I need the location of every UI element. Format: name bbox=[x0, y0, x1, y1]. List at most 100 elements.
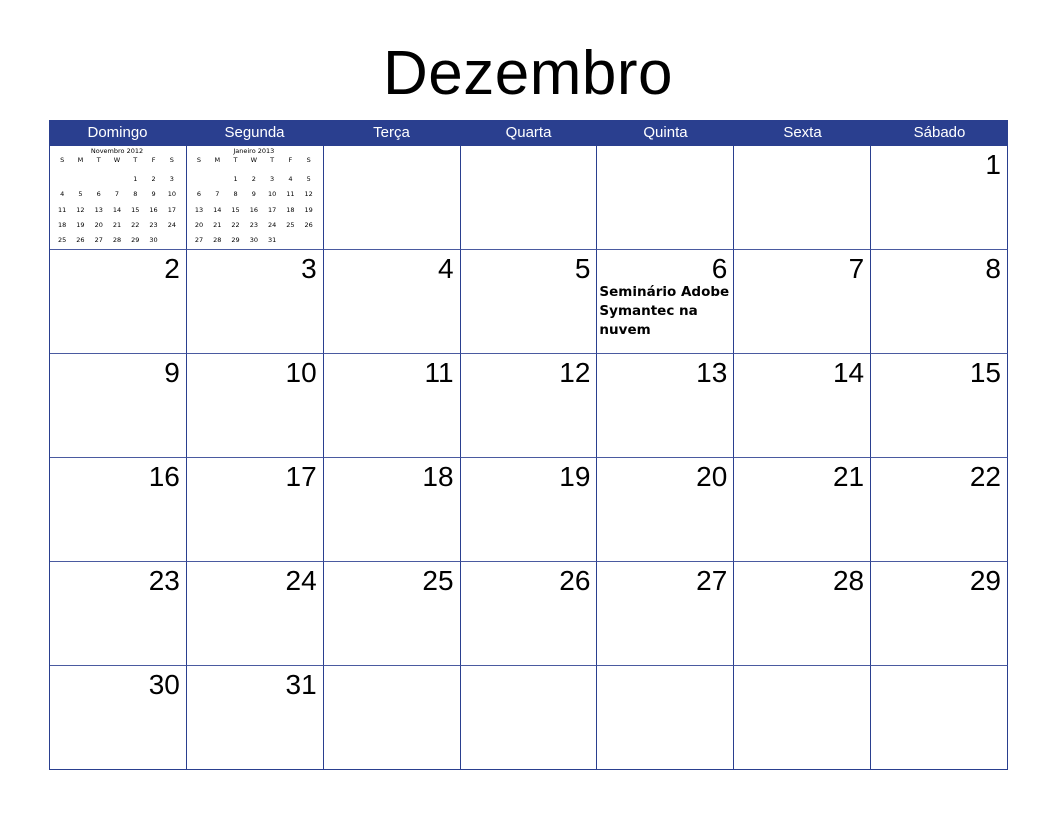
day-cell-7[interactable]: 7 bbox=[734, 249, 872, 353]
mini-weekday: T bbox=[133, 156, 138, 164]
mini-weekday: W bbox=[250, 156, 258, 164]
day-cell-21[interactable]: 21 bbox=[734, 457, 872, 561]
day-cell-14[interactable]: 14 bbox=[734, 353, 872, 457]
mini-day: 28 bbox=[112, 236, 122, 245]
day-number: 4 bbox=[437, 253, 454, 284]
day-cell-31[interactable]: 31 bbox=[186, 665, 324, 769]
event-text[interactable]: Seminário Adobe Symantec na nuvem bbox=[599, 283, 731, 340]
day-number: 13 bbox=[696, 357, 728, 388]
empty-day-cell[interactable] bbox=[324, 146, 461, 249]
day-cell-19[interactable]: 19 bbox=[460, 457, 598, 561]
empty-day-cell[interactable]: Janeiro 2013 S M T W T F S 1 2 3 4 5 6 7 8 9 10 11 12 13 14 15… bbox=[187, 146, 324, 249]
mini-weekday: S bbox=[306, 156, 311, 164]
day-number: 28 bbox=[832, 565, 865, 596]
day-cell-10[interactable]: 10 bbox=[186, 353, 324, 457]
day-number: 15 bbox=[969, 357, 1001, 388]
mini-day: 9 bbox=[151, 190, 156, 199]
day-cell-11[interactable]: 11 bbox=[323, 353, 461, 457]
mini-calendar: Janeiro 2013 S M T W T F S 1 2 3 4 5 6 7 8 9 10 11 12 13 14 15… bbox=[190, 147, 318, 248]
day-number: 18 bbox=[422, 461, 454, 492]
day-cell-28[interactable]: 28 bbox=[734, 561, 872, 665]
calendar-grid: Novembro 2012 S M T W T F S 1 2 3 4 5 6 7 8 9 10 11 12 13 14 1… bbox=[49, 146, 1008, 770]
day-cell-9[interactable]: 9 bbox=[50, 353, 187, 457]
day-cell-6[interactable]: 6 Seminário Adobe Symantec na nuvem bbox=[597, 249, 735, 353]
day-number: 29 bbox=[969, 565, 1001, 596]
mini-day: 15 bbox=[231, 205, 240, 214]
day-cell-27[interactable]: 27 bbox=[597, 561, 735, 665]
empty-day-cell[interactable] bbox=[597, 146, 735, 249]
weekday-3: Terça bbox=[373, 124, 410, 141]
day-cell-29[interactable]: 29 bbox=[871, 561, 1008, 665]
empty-day-cell[interactable] bbox=[734, 146, 872, 249]
day-number: 23 bbox=[148, 565, 180, 596]
empty-day-cell[interactable] bbox=[597, 665, 735, 769]
day-number: 24 bbox=[285, 565, 317, 596]
mini-day: 8 bbox=[233, 190, 238, 199]
day-cell-22[interactable]: 22 bbox=[871, 457, 1008, 561]
mini-day: 11 bbox=[286, 190, 295, 199]
day-number: 16 bbox=[148, 461, 180, 492]
mini-day: 26 bbox=[304, 220, 313, 229]
day-cell-5[interactable]: 5 bbox=[460, 249, 598, 353]
empty-day-cell[interactable]: Novembro 2012 S M T W T F S 1 2 3 4 5 6 7 8 9 10 11 12 13 14 1… bbox=[50, 146, 187, 249]
mini-calendar-week: 1 2 3 bbox=[53, 172, 181, 187]
mini-weekday: F bbox=[151, 156, 156, 164]
mini-day: 3 bbox=[270, 175, 275, 183]
day-cell-26[interactable]: 26 bbox=[460, 561, 598, 665]
mini-day: 1 bbox=[133, 175, 138, 183]
mini-day bbox=[90, 172, 108, 187]
mini-day: 20 bbox=[194, 220, 204, 229]
mini-weekday: F bbox=[288, 156, 293, 164]
mini-day: 24 bbox=[267, 220, 277, 229]
mini-weekday: T bbox=[270, 156, 275, 164]
day-number: 27 bbox=[696, 565, 728, 596]
day-number: 3 bbox=[301, 253, 317, 284]
empty-day-cell[interactable] bbox=[734, 665, 872, 769]
day-cell-30[interactable]: 30 bbox=[50, 665, 187, 769]
day-cell-24[interactable]: 24 bbox=[186, 561, 324, 665]
mini-day: 10 bbox=[167, 190, 176, 199]
day-number: 1 bbox=[985, 149, 1001, 180]
day-cell-2[interactable]: 2 bbox=[50, 249, 187, 353]
day-cell-17[interactable]: 17 bbox=[186, 457, 324, 561]
day-cell-8[interactable]: 8 bbox=[871, 249, 1008, 353]
mini-weekday: T bbox=[96, 156, 101, 164]
mini-day: 18 bbox=[286, 205, 295, 214]
day-cell-1[interactable]: 1 bbox=[871, 146, 1008, 249]
day-number: 10 bbox=[285, 357, 317, 388]
empty-day-cell[interactable] bbox=[460, 665, 598, 769]
mini-day: 25 bbox=[286, 220, 295, 229]
day-number: 12 bbox=[559, 357, 591, 388]
day-cell-20[interactable]: 20 bbox=[597, 457, 735, 561]
empty-day-cell[interactable] bbox=[323, 665, 461, 769]
day-cell-25[interactable]: 25 bbox=[323, 561, 461, 665]
mini-day: 17 bbox=[167, 205, 176, 214]
mini-day: 19 bbox=[76, 220, 85, 229]
day-cell-3[interactable]: 3 bbox=[186, 249, 324, 353]
day-cell-15[interactable]: 15 bbox=[871, 353, 1008, 457]
day-cell-13[interactable]: 13 bbox=[597, 353, 735, 457]
mini-day: 14 bbox=[112, 205, 122, 214]
day-number: 21 bbox=[832, 461, 865, 492]
day-cell-4[interactable]: 4 bbox=[323, 249, 461, 353]
day-cell-18[interactable]: 18 bbox=[323, 457, 461, 561]
day-number: 2 bbox=[164, 253, 180, 284]
mini-day: 1 bbox=[233, 175, 238, 183]
mini-weekday: S bbox=[60, 156, 65, 164]
mini-day: 16 bbox=[249, 205, 258, 214]
day-cell-16[interactable]: 16 bbox=[50, 457, 187, 561]
mini-day: 4 bbox=[288, 175, 293, 183]
day-cell-12[interactable]: 12 bbox=[460, 353, 598, 457]
empty-day-cell[interactable] bbox=[461, 146, 598, 249]
mini-day: 12 bbox=[304, 190, 313, 199]
day-number: 25 bbox=[422, 565, 454, 596]
weekday-2: Segunda bbox=[224, 124, 285, 141]
mini-weekday: M bbox=[77, 156, 84, 164]
calendar-title: Dezembro bbox=[383, 39, 673, 108]
mini-day: 27 bbox=[94, 236, 103, 245]
mini-day: 5 bbox=[306, 175, 311, 183]
day-cell-23[interactable]: 23 bbox=[50, 561, 187, 665]
empty-day-cell[interactable] bbox=[871, 665, 1008, 769]
mini-day: 2 bbox=[251, 175, 256, 183]
mini-day: 24 bbox=[167, 220, 176, 229]
